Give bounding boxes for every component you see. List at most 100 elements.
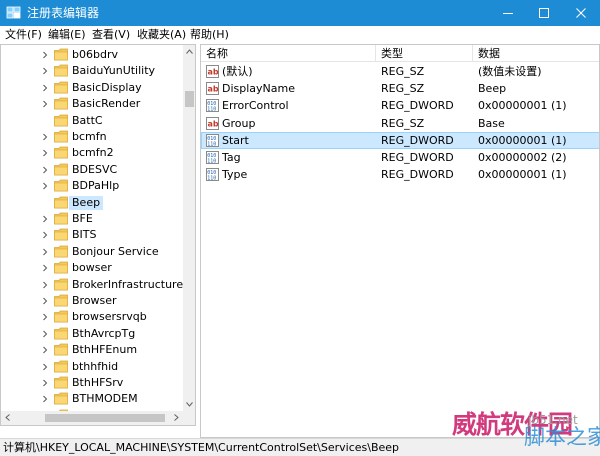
- tree-item[interactable]: Browser: [1, 293, 183, 309]
- tree-item-label: BaiduYunUtility: [72, 64, 156, 78]
- value-data: 0x00000001 (1): [478, 133, 567, 147]
- menu-file[interactable]: 文件(F): [5, 28, 42, 42]
- tree-item[interactable]: BthHFEnum: [1, 342, 183, 358]
- tree-horizontal-scrollbar[interactable]: [1, 411, 183, 425]
- tree-item[interactable]: BthAvrcpTg: [1, 326, 183, 342]
- chevron-right-icon[interactable]: [41, 67, 49, 75]
- folder-icon: [54, 245, 68, 258]
- tree-item[interactable]: BthHFSrv: [1, 375, 183, 391]
- tree-item[interactable]: Bonjour Service: [1, 244, 183, 260]
- chevron-right-icon[interactable]: [41, 281, 49, 289]
- tree-item-label: BthHFSrv: [72, 376, 124, 389]
- column-header-data[interactable]: 数据: [473, 45, 599, 62]
- folder-icon: [54, 392, 68, 405]
- chevron-right-icon[interactable]: [41, 133, 49, 141]
- chevron-right-icon[interactable]: [41, 363, 49, 371]
- tree-item[interactable]: bthhfhid: [1, 359, 183, 375]
- tree-item[interactable]: browsersrvqb: [1, 309, 183, 325]
- tree-item-label: BDPaHlp: [72, 179, 120, 193]
- tree-item[interactable]: BaiduYunUtility: [1, 63, 183, 79]
- registry-values-list[interactable]: 名称 类型 数据 ab (默认) REG_SZ (数值未设置) ab DisplayNam…: [200, 44, 600, 438]
- chevron-right-icon[interactable]: [41, 346, 49, 354]
- tree-item-label: BattC: [72, 113, 103, 127]
- window-title: 注册表编辑器: [27, 6, 100, 20]
- tree-item[interactable]: BDPaHlp: [1, 178, 183, 194]
- scroll-right-button[interactable]: [170, 411, 183, 424]
- menu-bar: 文件(F) 编辑(E) 查看(V) 收藏夹(A) 帮助(H): [0, 26, 600, 44]
- column-header-type[interactable]: 类型: [376, 45, 473, 62]
- value-row[interactable]: ab DisplayName REG_SZ Beep: [201, 80, 599, 97]
- tree-vertical-thumb[interactable]: [185, 91, 194, 107]
- value-row[interactable]: ab Group REG_SZ Base: [201, 115, 599, 132]
- chevron-right-icon[interactable]: [41, 84, 49, 92]
- tree-item[interactable]: BrokerInfrastructure: [1, 277, 183, 293]
- menu-edit[interactable]: 编辑(E): [48, 28, 86, 42]
- column-header-name[interactable]: 名称: [201, 45, 376, 62]
- tree-item[interactable]: Beep: [1, 195, 183, 211]
- value-data: Base: [478, 116, 505, 130]
- value-name: DisplayName: [222, 82, 295, 96]
- scroll-down-button[interactable]: [183, 398, 195, 411]
- tree-item-label: BthHFEnum: [72, 343, 138, 357]
- value-row[interactable]: ab (默认) REG_SZ (数值未设置): [201, 63, 599, 80]
- tree-item[interactable]: BattC: [1, 113, 183, 129]
- tree-item-label: BITS: [72, 228, 97, 242]
- watermark: 威航软件园 jb51.net 脚本之家: [452, 411, 600, 453]
- chevron-right-icon[interactable]: [41, 100, 49, 108]
- tree-item[interactable]: BasicDisplay: [1, 80, 183, 96]
- scroll-left-button[interactable]: [1, 411, 14, 424]
- tree-item[interactable]: BITS: [1, 227, 183, 243]
- folder-icon: [54, 163, 68, 176]
- chevron-right-icon[interactable]: [41, 395, 49, 403]
- close-button[interactable]: [562, 0, 600, 26]
- chevron-right-icon[interactable]: [41, 313, 49, 321]
- folder-icon: [54, 48, 68, 61]
- chevron-right-icon[interactable]: [41, 231, 49, 239]
- tree-item-label: Bonjour Service: [72, 244, 159, 258]
- value-row[interactable]: 010 110 Type REG_DWORD 0x00000001 (1): [201, 166, 599, 183]
- tree-item[interactable]: BDESVC: [1, 162, 183, 178]
- menu-favorites[interactable]: 收藏夹(A): [137, 28, 186, 42]
- scrollbar-corner: [183, 411, 195, 425]
- chevron-right-icon[interactable]: [41, 215, 49, 223]
- column-header-type-label: 类型: [381, 47, 403, 60]
- tree-item[interactable]: bcmfn2: [1, 145, 183, 161]
- chevron-down-icon: [186, 402, 193, 407]
- tree-horizontal-thumb[interactable]: [45, 414, 165, 422]
- chevron-right-icon: [174, 414, 179, 421]
- chevron-left-icon: [5, 414, 10, 421]
- tree-vertical-scrollbar[interactable]: [183, 45, 195, 411]
- chevron-right-icon[interactable]: [41, 379, 49, 387]
- minimize-button[interactable]: [490, 0, 526, 26]
- chevron-right-icon[interactable]: [41, 330, 49, 338]
- chevron-right-icon[interactable]: [41, 248, 49, 256]
- maximize-button[interactable]: [526, 0, 562, 26]
- folder-icon: [54, 81, 68, 94]
- chevron-right-icon[interactable]: [41, 182, 49, 190]
- chevron-right-icon[interactable]: [41, 297, 49, 305]
- tree-item[interactable]: BTHMODEM: [1, 391, 183, 407]
- tree-item[interactable]: BFE: [1, 211, 183, 227]
- chevron-right-icon[interactable]: [41, 166, 49, 174]
- tree-item[interactable]: BasicRender: [1, 96, 183, 112]
- menu-view[interactable]: 查看(V): [92, 28, 130, 42]
- tree-item[interactable]: b06bdrv: [1, 47, 183, 63]
- svg-text:ab: ab: [208, 68, 219, 77]
- chevron-right-icon[interactable]: [41, 264, 49, 272]
- folder-icon: [54, 196, 68, 208]
- chevron-right-icon[interactable]: [41, 149, 49, 157]
- tree-item[interactable]: bcmfn: [1, 129, 183, 145]
- folder-icon: [54, 376, 68, 389]
- tree-item[interactable]: bowser: [1, 260, 183, 276]
- chevron-right-icon[interactable]: [41, 51, 49, 59]
- value-row[interactable]: 010 110 ErrorControl REG_DWORD 0x00000001 (1…: [201, 97, 599, 114]
- tree-item-label: BFE: [72, 212, 93, 225]
- registry-key-tree[interactable]: b06bdrv BaiduYunUtility BasicDisplay BasicR…: [0, 44, 196, 426]
- value-row[interactable]: 010 110 Start REG_DWORD 0x00000001 (1): [201, 131, 599, 149]
- value-row[interactable]: 010 110 Tag REG_DWORD 0x00000002 (2): [201, 149, 599, 166]
- tree-item-label: bthhfhid: [72, 359, 119, 373]
- scroll-up-button[interactable]: [183, 45, 195, 58]
- folder-icon: [54, 261, 68, 274]
- menu-help[interactable]: 帮助(H): [190, 28, 229, 42]
- folder-icon: [54, 97, 68, 110]
